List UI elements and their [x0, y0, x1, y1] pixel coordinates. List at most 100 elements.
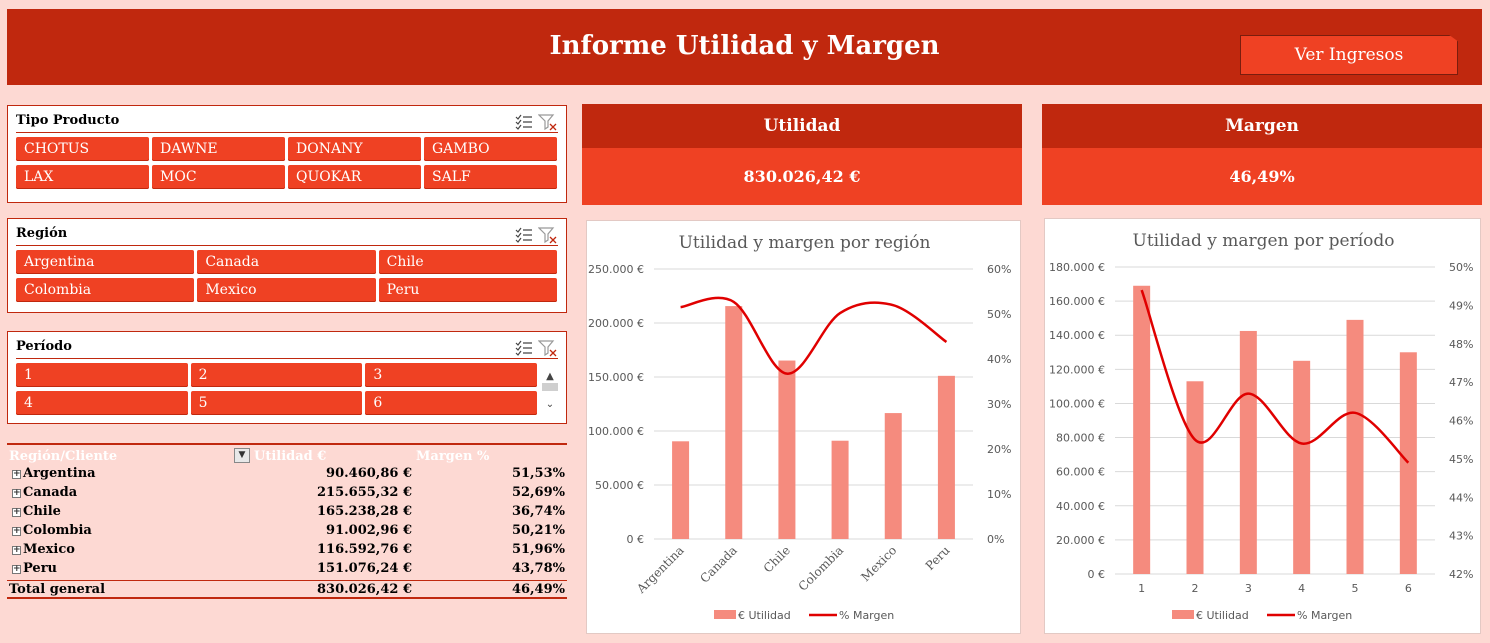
bar-Canada[interactable] [725, 306, 743, 539]
y-right-tick-label: 30% [987, 398, 1011, 411]
clear-filter-icon[interactable] [538, 226, 558, 244]
y-right-tick-label: 48% [1449, 338, 1473, 351]
slicer-title: Región [16, 226, 68, 241]
slicer-item-region-0[interactable]: Argentina [16, 250, 195, 274]
slicer-item-periodo-1[interactable]: 2 [190, 363, 363, 387]
pivot-header-region: Región/Cliente [9, 449, 118, 464]
bar-Chile[interactable] [778, 360, 796, 539]
expand-plus-icon[interactable]: + [12, 565, 21, 574]
slicer-item-tipo_producto-7[interactable]: SALF [424, 165, 557, 189]
clear-filter-icon[interactable] [538, 113, 558, 131]
row-utilidad: 215.655,32 € [317, 485, 412, 500]
bar-2[interactable] [1186, 381, 1204, 574]
row-margen: 43,78% [511, 561, 565, 576]
legend-margen: % Margen [839, 609, 894, 622]
table-row: + Argentina 90.460,86 € 51,53% [7, 465, 567, 484]
ver-ingresos-button[interactable]: Ver Ingresos [1240, 35, 1458, 75]
slicer-item-region-1[interactable]: Canada [197, 250, 376, 274]
slicer-item-tipo_producto-4[interactable]: LAX [16, 165, 149, 189]
chart-utilidad-region[interactable]: Utilidad y margen por región 0 € 50.000 € 1… [586, 220, 1021, 634]
y-right-tick-label: 42% [1449, 568, 1473, 581]
line-margen[interactable] [680, 296, 948, 375]
expand-plus-icon[interactable]: + [12, 470, 21, 479]
expand-plus-icon[interactable]: + [12, 527, 21, 536]
row-margen: 51,53% [511, 466, 565, 481]
slicer-header: Tipo Producto [16, 111, 558, 133]
bar-Colombia[interactable] [831, 440, 849, 539]
y-left-tick-label: 160.000 € [1049, 295, 1105, 308]
slicer-item-periodo-2[interactable]: 3 [365, 363, 537, 387]
bar-Peru[interactable] [937, 375, 955, 539]
multi-select-icon[interactable] [514, 226, 534, 244]
pivot-header: Región/Cliente ▼ Utilidad € Margen % [7, 443, 567, 465]
y-left-tick-label: 0 € [1088, 568, 1106, 581]
multi-select-icon[interactable] [514, 113, 534, 131]
table-row: + Canada 215.655,32 € 52,69% [7, 484, 567, 503]
bar-Argentina[interactable] [672, 441, 690, 539]
row-margen: 50,21% [511, 523, 565, 538]
x-tick-label: 2 [1192, 582, 1199, 595]
dropdown-arrow-icon[interactable]: ▼ [234, 448, 250, 463]
chart-utilidad-region-svg: Utilidad y margen por región 0 € 50.000 € 1… [588, 233, 1011, 622]
legend-utilidad: € Utilidad [738, 609, 791, 622]
chart-title: Utilidad y margen por período [1133, 231, 1395, 251]
kpi-utilidad-value: 830.026,42 € [582, 148, 1022, 205]
slicer-item-tipo_producto-3[interactable]: GAMBO [424, 137, 557, 161]
slicer-item-region-3[interactable]: Colombia [16, 278, 195, 302]
y-left-tick-label: 140.000 € [1049, 329, 1105, 342]
scroll-down-icon[interactable]: ⌄ [540, 394, 560, 416]
slicer-header: Región [16, 224, 558, 246]
table-row: + Colombia 91.002,96 € 50,21% [7, 522, 567, 541]
scrollbar-thumb[interactable] [542, 383, 558, 391]
y-right-tick-label: 40% [987, 353, 1011, 366]
slicer-title: Tipo Producto [16, 113, 120, 128]
y-left-tick-label: 60.000 € [1056, 466, 1105, 479]
line-margen[interactable] [1140, 289, 1410, 464]
bar-4[interactable] [1293, 360, 1311, 574]
slicer-item-tipo_producto-6[interactable]: QUOKAR [288, 165, 421, 189]
total-margen: 46,49% [511, 582, 565, 597]
row-region: Canada [23, 485, 78, 500]
slicer-item-periodo-5[interactable]: 6 [365, 391, 537, 415]
bar-Mexico[interactable] [884, 413, 902, 539]
x-tick-label: Argentina [633, 543, 686, 596]
slicer-item-periodo-0[interactable]: 1 [16, 363, 188, 387]
bar-6[interactable] [1399, 352, 1417, 574]
x-tick-label: 5 [1352, 582, 1359, 595]
bar-5[interactable] [1346, 319, 1364, 574]
clear-filter-icon[interactable] [538, 339, 558, 357]
slicer-item-tipo_producto-2[interactable]: DONANY [288, 137, 421, 161]
row-utilidad: 90.460,86 € [326, 466, 412, 481]
y-left-tick-label: 50.000 € [595, 479, 644, 492]
y-right-tick-label: 50% [1449, 261, 1473, 274]
y-right-tick-label: 0% [987, 533, 1004, 546]
expand-plus-icon[interactable]: + [12, 508, 21, 517]
expand-plus-icon[interactable]: + [12, 489, 21, 498]
multi-select-icon[interactable] [514, 339, 534, 357]
slicer-item-tipo_producto-1[interactable]: DAWNE [152, 137, 285, 161]
slicer-item-periodo-3[interactable]: 4 [16, 391, 188, 415]
row-region: Colombia [23, 523, 92, 538]
chart-utilidad-periodo[interactable]: Utilidad y margen por período 0 € 20.000 €… [1044, 218, 1481, 634]
y-left-tick-label: 250.000 € [588, 263, 644, 276]
slicer-region: Región Argentina Canada Chile Colombia Mexic… [7, 218, 567, 313]
table-row: + Peru 151.076,24 € 43,78% [7, 560, 567, 579]
total-utilidad: 830.026,42 € [317, 582, 412, 597]
bar-3[interactable] [1239, 330, 1257, 574]
slicer-item-periodo-4[interactable]: 5 [190, 391, 363, 415]
slicer-item-region-2[interactable]: Chile [378, 250, 557, 274]
slicer-item-region-4[interactable]: Mexico [197, 278, 376, 302]
x-tick-label: Mexico [858, 543, 899, 584]
chart-utilidad-periodo-svg: Utilidad y margen por período 0 € 20.000 €… [1049, 231, 1473, 622]
y-right-tick-label: 60% [987, 263, 1011, 276]
y-left-tick-label: 20.000 € [1056, 534, 1105, 547]
y-left-tick-label: 200.000 € [588, 317, 644, 330]
slicer-item-tipo_producto-5[interactable]: MOC [152, 165, 285, 189]
kpi-utilidad-label: Utilidad [582, 104, 1022, 148]
kpi-margen-label: Margen [1042, 104, 1482, 148]
legend-bar-swatch [714, 610, 736, 619]
slicer-item-region-5[interactable]: Peru [378, 278, 557, 302]
slicer-item-tipo_producto-0[interactable]: CHOTUS [16, 137, 149, 161]
bar-1[interactable] [1133, 285, 1151, 574]
expand-plus-icon[interactable]: + [12, 546, 21, 555]
